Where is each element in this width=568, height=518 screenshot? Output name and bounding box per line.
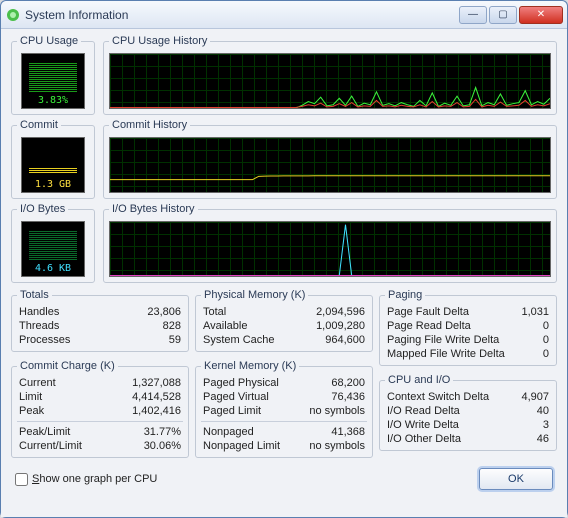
titlebar[interactable]: System Information — ▢ ✕: [1, 1, 567, 29]
km-nl-label: Nonpaged Limit: [203, 439, 280, 453]
km-np-value: 41,368: [331, 425, 365, 439]
km-pp-label: Paged Physical: [203, 376, 279, 390]
io-history-graph: [109, 221, 551, 277]
minimize-button[interactable]: —: [459, 6, 487, 24]
ci-iw-value: 3: [543, 418, 549, 432]
kernel-legend: Kernel Memory (K): [201, 360, 299, 372]
pm-total-value: 2,094,596: [316, 305, 365, 319]
km-pv-label: Paged Virtual: [203, 390, 269, 404]
pg-pr-label: Page Read Delta: [387, 319, 471, 333]
ci-ir-value: 40: [537, 404, 549, 418]
pg-pw-label: Paging File Write Delta: [387, 333, 499, 347]
pm-cache-label: System Cache: [203, 333, 275, 347]
paging-legend: Paging: [385, 289, 425, 301]
pm-avail-value: 1,009,280: [316, 319, 365, 333]
cpu-usage-legend: CPU Usage: [17, 35, 81, 47]
pg-mw-label: Mapped File Write Delta: [387, 347, 505, 361]
cpu-history-graph: [109, 53, 551, 109]
threads-value: 828: [163, 319, 181, 333]
commit-history-box: Commit History: [103, 119, 557, 199]
maximize-button[interactable]: ▢: [489, 6, 517, 24]
cpu-usage-meter-box: CPU Usage 3.83%: [11, 35, 95, 115]
ci-io-label: I/O Other Delta: [387, 432, 461, 446]
ok-button[interactable]: OK: [479, 468, 553, 490]
commit-value: 1.3 GB: [22, 179, 84, 190]
ci-cs-label: Context Switch Delta: [387, 390, 489, 404]
cc-limit-value: 4,414,528: [132, 390, 181, 404]
km-np-label: Nonpaged: [203, 425, 254, 439]
show-one-graph-label[interactable]: Show one graph per CPU: [32, 473, 157, 485]
kernel-box: Kernel Memory (K) Paged Physical 68,200 P…: [195, 360, 373, 458]
cpuio-box: CPU and I/O Context Switch Delta 4,907 I/…: [379, 374, 557, 451]
cc-curlimit-label: Current/Limit: [19, 439, 82, 453]
cc-curlimit-value: 30.06%: [144, 439, 181, 453]
ci-cs-value: 4,907: [521, 390, 549, 404]
ci-ir-label: I/O Read Delta: [387, 404, 460, 418]
cc-current-value: 1,327,088: [132, 376, 181, 390]
system-information-window: System Information — ▢ ✕ CPU Usage 3.83%…: [0, 0, 568, 518]
io-meter-box: I/O Bytes 4.6 KB: [11, 203, 95, 283]
content-area: CPU Usage 3.83% CPU Usage History Commit: [1, 29, 567, 517]
commit-charge-box: Commit Charge (K) Current 1,327,088 Limit…: [11, 360, 189, 458]
commit-history-legend: Commit History: [109, 119, 190, 131]
km-pl-label: Paged Limit: [203, 404, 261, 418]
cc-peak-label: Peak: [19, 404, 44, 418]
pg-pf-value: 1,031: [521, 305, 549, 319]
io-legend: I/O Bytes: [17, 203, 68, 215]
pg-pw-value: 0: [543, 333, 549, 347]
pm-cache-value: 964,600: [325, 333, 365, 347]
pm-total-label: Total: [203, 305, 226, 319]
cc-peaklimit-value: 31.77%: [144, 425, 181, 439]
totals-legend: Totals: [17, 289, 52, 301]
cpu-usage-value: 3.83%: [22, 95, 84, 106]
km-pp-value: 68,200: [331, 376, 365, 390]
pg-mw-value: 0: [543, 347, 549, 361]
commit-meter: 1.3 GB: [21, 137, 85, 193]
cpu-history-legend: CPU Usage History: [109, 35, 210, 47]
processes-label: Processes: [19, 333, 70, 347]
handles-label: Handles: [19, 305, 59, 319]
app-icon: [5, 7, 21, 23]
processes-value: 59: [169, 333, 181, 347]
io-value: 4.6 KB: [22, 263, 84, 274]
ci-io-value: 46: [537, 432, 549, 446]
km-nl-value: no symbols: [309, 439, 365, 453]
ci-iw-label: I/O Write Delta: [387, 418, 459, 432]
threads-label: Threads: [19, 319, 59, 333]
window-title: System Information: [25, 8, 459, 22]
pg-pr-value: 0: [543, 319, 549, 333]
cpu-usage-meter: 3.83%: [21, 53, 85, 109]
cc-peaklimit-label: Peak/Limit: [19, 425, 70, 439]
cpuio-legend: CPU and I/O: [385, 374, 453, 386]
totals-box: Totals Handles 23,806 Threads 828 Processe…: [11, 289, 189, 352]
km-pl-value: no symbols: [309, 404, 365, 418]
commit-charge-legend: Commit Charge (K): [17, 360, 118, 372]
handles-value: 23,806: [147, 305, 181, 319]
cc-limit-label: Limit: [19, 390, 42, 404]
io-history-box: I/O Bytes History: [103, 203, 557, 283]
pg-pf-label: Page Fault Delta: [387, 305, 469, 319]
cpu-history-box: CPU Usage History: [103, 35, 557, 115]
commit-history-graph: [109, 137, 551, 193]
cc-current-label: Current: [19, 376, 56, 390]
io-meter: 4.6 KB: [21, 221, 85, 277]
commit-meter-box: Commit 1.3 GB: [11, 119, 95, 199]
show-one-graph-checkbox[interactable]: [15, 473, 28, 486]
paging-box: Paging Page Fault Delta 1,031 Page Read D…: [379, 289, 557, 366]
close-button[interactable]: ✕: [519, 6, 563, 24]
io-history-legend: I/O Bytes History: [109, 203, 198, 215]
physmem-legend: Physical Memory (K): [201, 289, 308, 301]
physmem-box: Physical Memory (K) Total 2,094,596 Avail…: [195, 289, 373, 352]
km-pv-value: 76,436: [331, 390, 365, 404]
pm-avail-label: Available: [203, 319, 247, 333]
cc-peak-value: 1,402,416: [132, 404, 181, 418]
commit-legend: Commit: [17, 119, 61, 131]
